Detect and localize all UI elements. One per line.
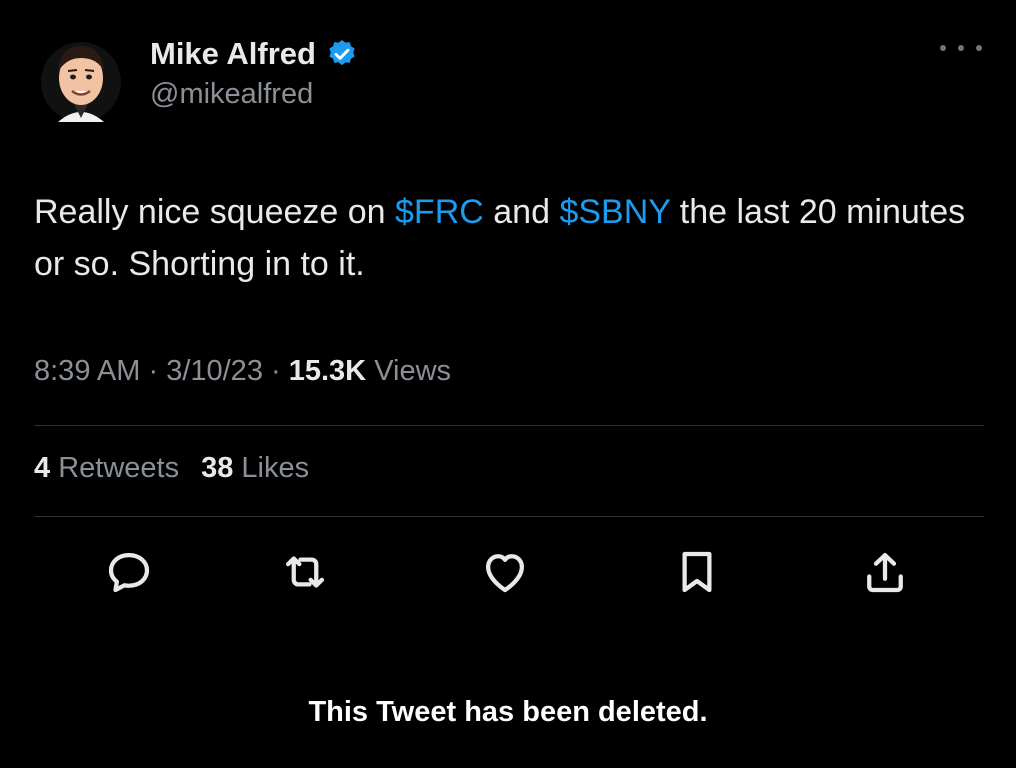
share-icon[interactable] — [858, 545, 912, 599]
retweets-stat[interactable]: 4 Retweets — [34, 452, 179, 484]
retweets-label: Retweets — [58, 452, 180, 484]
views-count: 15.3K — [288, 355, 367, 387]
verified-badge-icon — [329, 40, 355, 66]
meta-separator: · — [262, 355, 289, 387]
tweet-text-segment: and — [483, 193, 560, 231]
dot — [940, 45, 946, 51]
meta-separator: · — [140, 355, 167, 387]
likes-stat[interactable]: 38 Likes — [201, 452, 309, 484]
like-icon[interactable] — [478, 545, 532, 599]
engagement-stats: 4 Retweets 38 Likes — [34, 452, 309, 485]
deleted-notice: This Tweet has been deleted. — [308, 696, 708, 728]
tweet-meta: 8:39 AM · 3/10/23 · 15.3K Views — [34, 355, 451, 388]
likes-label: Likes — [241, 452, 310, 484]
tweet-date[interactable]: 3/10/23 — [166, 355, 263, 387]
action-bar — [0, 545, 1016, 601]
author-display-name[interactable]: Mike Alfred — [150, 36, 316, 72]
author-name-row: Mike Alfred — [150, 36, 358, 72]
divider — [34, 425, 984, 426]
avatar[interactable] — [38, 32, 124, 124]
likes-count: 38 — [201, 452, 234, 484]
tweet-text-segment: Really nice squeeze on — [34, 193, 396, 231]
tweet-text: Really nice squeeze on $FRC and $SBNY th… — [34, 186, 974, 290]
retweets-count: 4 — [34, 452, 51, 484]
divider — [34, 516, 984, 517]
tweet-time[interactable]: 8:39 AM — [34, 355, 140, 387]
author-handle[interactable]: @mikealfred — [150, 78, 313, 111]
retweet-icon[interactable] — [278, 545, 332, 599]
reply-icon[interactable] — [102, 545, 156, 599]
cashtag-link[interactable]: $SBNY — [559, 193, 670, 231]
bookmark-icon[interactable] — [670, 545, 724, 599]
views-label: Views — [374, 355, 452, 387]
dot — [976, 45, 982, 51]
more-options-icon[interactable] — [940, 36, 982, 60]
cashtag-link[interactable]: $FRC — [395, 193, 484, 231]
dot — [958, 45, 964, 51]
